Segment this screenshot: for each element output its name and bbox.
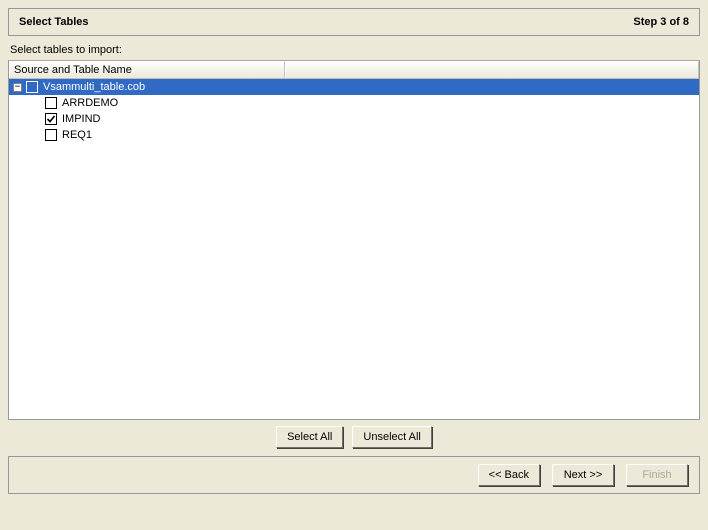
wizard-header: Select Tables Step 3 of 8 xyxy=(8,8,700,36)
instruction-text: Select tables to import: xyxy=(10,44,698,56)
wizard-nav: << Back Next >> Finish xyxy=(8,456,700,494)
child-label: ARRDEMO xyxy=(61,97,119,109)
checkbox-arrdemo[interactable] xyxy=(45,97,57,109)
step-indicator: Step 3 of 8 xyxy=(633,16,689,28)
checkbox-req1[interactable] xyxy=(45,129,57,141)
tree-node-child[interactable]: ARRDEMO xyxy=(9,95,699,111)
selection-buttons: Select All Unselect All xyxy=(8,426,700,448)
next-button[interactable]: Next >> xyxy=(552,464,614,486)
checkbox-impind[interactable] xyxy=(45,113,57,125)
check-icon xyxy=(46,114,56,124)
root-checkbox[interactable] xyxy=(26,81,38,93)
back-button[interactable]: << Back xyxy=(478,464,540,486)
tree-node-child[interactable]: IMPIND xyxy=(9,111,699,127)
child-label: REQ1 xyxy=(61,129,93,141)
tree-column-headers: Source and Table Name xyxy=(9,61,699,79)
child-label: IMPIND xyxy=(61,113,102,125)
tree-node-root[interactable]: − Vsammulti_table.cob xyxy=(9,79,699,95)
root-label: Vsammulti_table.cob xyxy=(42,81,146,93)
column-header-empty[interactable] xyxy=(285,61,699,78)
finish-button[interactable]: Finish xyxy=(626,464,688,486)
collapse-icon[interactable]: − xyxy=(13,83,22,92)
tables-tree-panel: Source and Table Name − Vsammulti_table.… xyxy=(8,60,700,420)
select-all-button[interactable]: Select All xyxy=(276,426,343,448)
tree-node-child[interactable]: REQ1 xyxy=(9,127,699,143)
tree-body[interactable]: − Vsammulti_table.cob ARRDEMO xyxy=(9,79,699,419)
page-title: Select Tables xyxy=(19,16,89,28)
column-header-source[interactable]: Source and Table Name xyxy=(9,61,285,78)
unselect-all-button[interactable]: Unselect All xyxy=(352,426,431,448)
